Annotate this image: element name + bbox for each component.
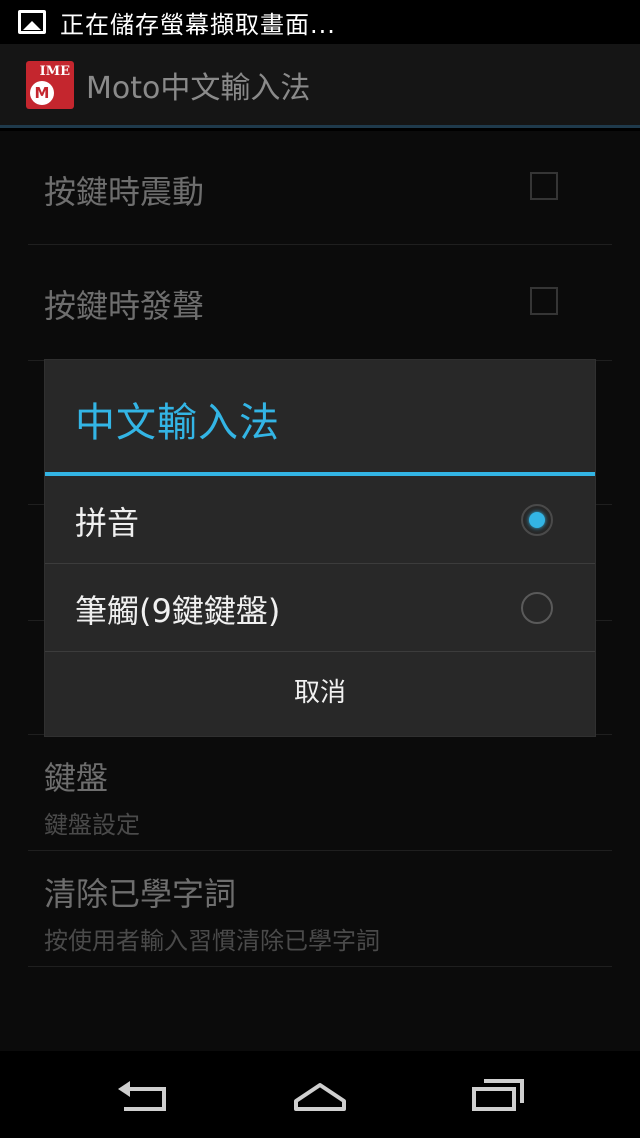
input-method-dialog: 中文輸入法 拼音 筆觸(9鍵鍵盤) 取消 <box>45 360 595 736</box>
recent-apps-icon[interactable] <box>468 1071 528 1119</box>
action-bar: IME M Moto中文輸入法 <box>0 44 640 128</box>
app-logo-icon[interactable]: IME M <box>26 60 74 109</box>
screenshot-image-icon <box>18 10 46 34</box>
back-icon[interactable] <box>112 1071 172 1119</box>
motorola-logo-icon: M <box>30 80 54 105</box>
radio-unselected-icon[interactable] <box>521 592 553 624</box>
home-icon[interactable] <box>290 1071 350 1119</box>
navigation-bar <box>0 1051 640 1138</box>
setting-checkbox[interactable] <box>530 287 558 315</box>
app-icon-label: IME <box>39 63 70 79</box>
setting-title: 清除已學字詞 <box>44 875 237 913</box>
setting-clear-learned-words[interactable]: 清除已學字詞 按使用者輸入習慣清除已學字詞 <box>28 851 612 967</box>
app-title: Moto中文輸入法 <box>86 70 311 106</box>
status-notification-text: 正在儲存螢幕擷取畫面... <box>60 10 336 39</box>
setting-title: 按鍵時發聲 <box>44 287 205 325</box>
setting-summary: 按使用者輸入習慣清除已學字詞 <box>44 927 380 955</box>
option-label: 拼音 <box>75 504 140 542</box>
setting-keyboard[interactable]: 鍵盤 鍵盤設定 <box>28 735 612 851</box>
setting-checkbox[interactable] <box>530 172 558 200</box>
setting-sound-on-key[interactable]: 按鍵時發聲 <box>28 245 612 361</box>
radio-selected-icon[interactable] <box>521 504 553 536</box>
option-label: 筆觸(9鍵鍵盤) <box>75 592 281 630</box>
status-bar: 正在儲存螢幕擷取畫面... <box>0 0 640 44</box>
setting-vibrate-on-key[interactable]: 按鍵時震動 <box>28 131 612 245</box>
option-pinyin[interactable]: 拼音 <box>45 476 595 564</box>
setting-title: 按鍵時震動 <box>44 173 205 211</box>
dialog-title: 中文輸入法 <box>75 400 280 446</box>
cancel-button[interactable]: 取消 <box>45 651 595 736</box>
setting-title: 鍵盤 <box>44 759 109 797</box>
setting-summary: 鍵盤設定 <box>44 811 140 839</box>
option-stroke-9key[interactable]: 筆觸(9鍵鍵盤) <box>45 564 595 652</box>
